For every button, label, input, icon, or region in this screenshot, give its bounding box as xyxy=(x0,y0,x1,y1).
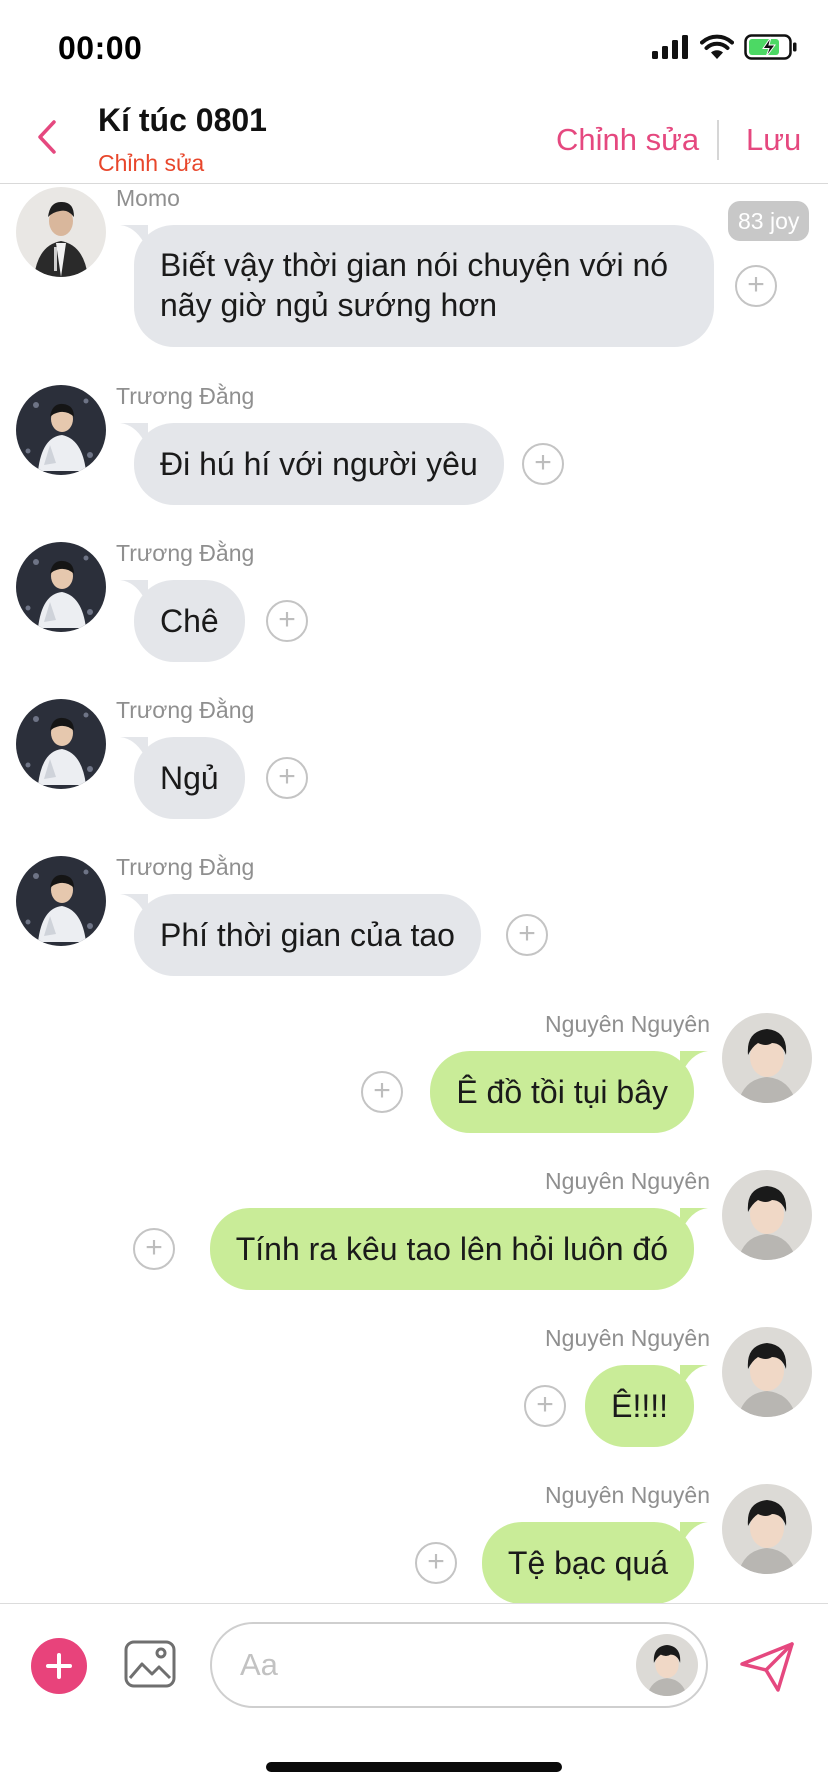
message-bubble[interactable]: Phí thời gian của tao xyxy=(120,894,481,976)
sender-name: Nguyên Nguyên xyxy=(545,1011,710,1037)
sender-name: Trương Đằng xyxy=(116,697,255,723)
add-reaction-button[interactable]: + xyxy=(522,443,564,485)
sender-name: Momo xyxy=(116,185,180,211)
sender-name: Nguyên Nguyên xyxy=(545,1168,710,1194)
avatar[interactable] xyxy=(16,385,106,475)
avatar[interactable] xyxy=(16,187,106,277)
add-reaction-button[interactable]: + xyxy=(735,265,777,307)
message-text: Ê đồ tồi tụi bây xyxy=(456,1074,668,1110)
message-item: Momo Biết vậy thời gian nói chuyện với n… xyxy=(0,185,828,347)
sender-name: Trương Đằng xyxy=(116,383,255,409)
add-reaction-icon: + xyxy=(145,1230,163,1264)
add-reaction-icon: + xyxy=(278,602,296,636)
composer-avatar[interactable] xyxy=(636,1634,698,1696)
message-text: Ê!!!! xyxy=(611,1388,668,1424)
chat-title: Kí túc 0801 xyxy=(98,102,267,138)
message-text: Tính ra kêu tao lên hỏi luôn đó xyxy=(235,1231,668,1267)
back-button[interactable] xyxy=(24,114,70,160)
add-reaction-icon: + xyxy=(373,1073,391,1107)
avatar[interactable] xyxy=(722,1484,812,1574)
avatar[interactable] xyxy=(16,542,106,632)
plus-button[interactable] xyxy=(31,1638,87,1694)
status-bar: 00:00 xyxy=(0,0,828,92)
message-text: Phí thời gian của tao xyxy=(160,917,455,953)
message-list[interactable]: Momo Biết vậy thời gian nói chuyện với n… xyxy=(0,185,828,1603)
header-divider xyxy=(717,120,719,160)
edit-button[interactable]: Chỉnh sửa xyxy=(556,122,699,158)
message-bubble[interactable]: Ngủ xyxy=(120,737,245,819)
add-reaction-icon: + xyxy=(536,1387,554,1421)
bubble-tail xyxy=(680,1522,708,1548)
message-text-line: nãy giờ ngủ sướng hơn xyxy=(160,287,498,323)
sender-name: Nguyên Nguyên xyxy=(545,1325,710,1351)
add-reaction-button[interactable]: + xyxy=(524,1385,566,1427)
home-indicator xyxy=(266,1762,562,1772)
message-text-line: Biết vậy thời gian nói chuyện với nó xyxy=(160,247,669,283)
message-item: Trương Đằng Đi hú hí với người yêu + xyxy=(0,383,828,513)
message-bubble[interactable]: Biết vậy thời gian nói chuyện với nó nãy… xyxy=(120,225,714,347)
bubble-tail xyxy=(120,894,148,920)
message-input[interactable] xyxy=(210,1622,708,1708)
bubble-tail xyxy=(120,225,148,251)
avatar[interactable] xyxy=(722,1170,812,1260)
add-reaction-button[interactable]: + xyxy=(415,1542,457,1584)
message-item: Nguyên Nguyên Ê!!!! + xyxy=(0,1325,828,1455)
image-icon xyxy=(124,1640,176,1688)
chevron-left-icon xyxy=(38,120,56,154)
add-reaction-icon: + xyxy=(278,759,296,793)
message-bubble[interactable]: Ê đồ tồi tụi bây xyxy=(430,1051,708,1133)
message-text: Đi hú hí với người yêu xyxy=(160,446,478,482)
signal-icon xyxy=(652,35,688,59)
add-reaction-icon: + xyxy=(534,445,552,479)
message-item: Nguyên Nguyên Tính ra kêu tao lên hỏi lu… xyxy=(0,1168,828,1298)
message-item: Nguyên Nguyên Tệ bạc quá + xyxy=(0,1482,828,1603)
add-reaction-button[interactable]: + xyxy=(266,757,308,799)
message-item: Trương Đằng Chê + xyxy=(0,540,828,670)
add-reaction-icon: + xyxy=(747,267,765,301)
message-item: Trương Đằng Phí thời gian của tao + xyxy=(0,854,828,984)
chat-header: Kí túc 0801 Chỉnh sửa Chỉnh sửa Lưu xyxy=(0,92,828,184)
add-reaction-icon: + xyxy=(427,1544,445,1578)
message-bubble[interactable]: Đi hú hí với người yêu xyxy=(120,423,504,505)
send-icon xyxy=(740,1642,794,1692)
message-bubble[interactable]: Ê!!!! xyxy=(585,1365,708,1447)
sender-name: Nguyên Nguyên xyxy=(545,1482,710,1508)
plus-icon xyxy=(46,1653,72,1679)
add-reaction-icon: + xyxy=(518,916,536,950)
save-button[interactable]: Lưu xyxy=(746,122,801,158)
avatar[interactable] xyxy=(722,1013,812,1103)
sender-name: Trương Đằng xyxy=(116,854,255,880)
message-text: Ngủ xyxy=(160,760,219,796)
bubble-tail xyxy=(120,580,148,606)
message-text: Chê xyxy=(160,603,219,639)
bubble-tail xyxy=(680,1208,708,1234)
battery-charging-icon xyxy=(744,34,797,60)
send-button[interactable] xyxy=(738,1638,796,1696)
chat-subtitle[interactable]: Chỉnh sửa xyxy=(98,150,204,177)
joy-badge: 83 joy xyxy=(728,201,810,241)
avatar[interactable] xyxy=(722,1327,812,1417)
sender-name: Trương Đằng xyxy=(116,540,255,566)
add-reaction-button[interactable]: + xyxy=(361,1071,403,1113)
message-item: Nguyên Nguyên Ê đồ tồi tụi bây + xyxy=(0,1011,828,1141)
bubble-tail xyxy=(680,1051,708,1077)
avatar[interactable] xyxy=(16,699,106,789)
bubble-tail xyxy=(120,737,148,763)
message-bubble[interactable]: Tính ra kêu tao lên hỏi luôn đó xyxy=(209,1208,708,1290)
image-button[interactable] xyxy=(122,1636,178,1692)
message-bubble[interactable]: Chê xyxy=(120,580,245,662)
add-reaction-button[interactable]: + xyxy=(506,914,548,956)
wifi-icon xyxy=(700,34,734,59)
message-item: Trương Đằng Ngủ + xyxy=(0,697,828,827)
message-text: Tệ bạc quá xyxy=(507,1545,668,1581)
add-reaction-button[interactable]: + xyxy=(133,1228,175,1270)
status-time: 00:00 xyxy=(58,30,143,66)
bubble-tail xyxy=(120,423,148,449)
composer-bar xyxy=(0,1603,828,1713)
bubble-tail xyxy=(680,1365,708,1391)
message-bubble[interactable]: Tệ bạc quá xyxy=(481,1522,708,1603)
avatar[interactable] xyxy=(16,856,106,946)
add-reaction-button[interactable]: + xyxy=(266,600,308,642)
status-icons xyxy=(652,34,798,60)
